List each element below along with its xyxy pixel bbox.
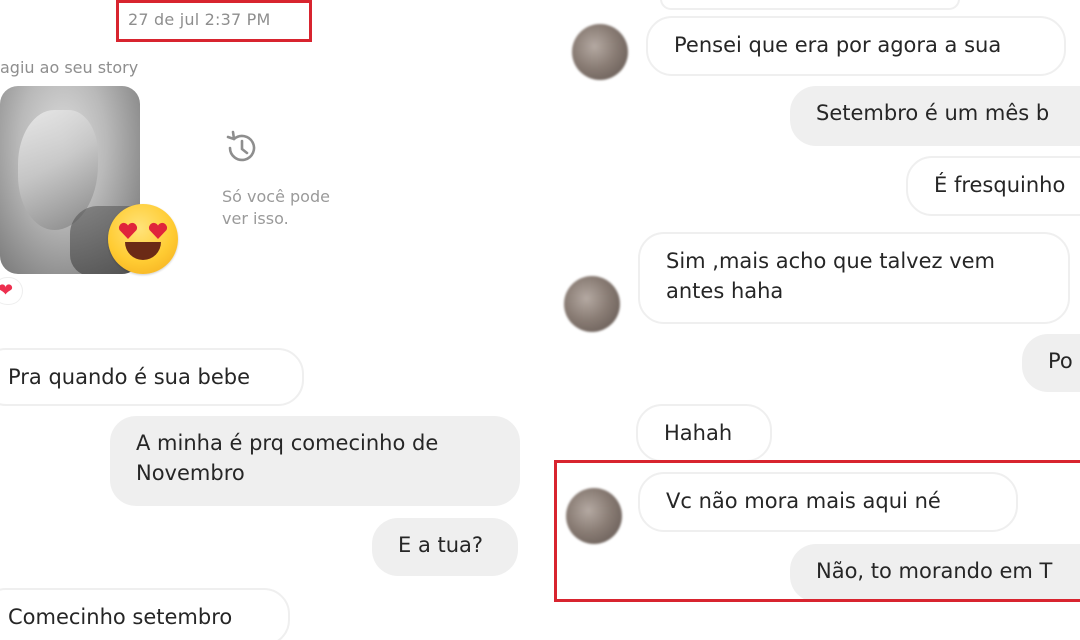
incoming-message[interactable] — [660, 0, 960, 10]
message-text: Comecinho setembro — [8, 605, 233, 629]
heart-reaction[interactable]: ❤ — [0, 278, 22, 304]
incoming-message[interactable]: Pra quando é sua bebe — [0, 348, 304, 406]
message-text: É fresquinho — [934, 173, 1066, 197]
sender-avatar[interactable] — [572, 24, 628, 80]
history-icon — [222, 128, 262, 168]
heart-eye-left-icon — [118, 222, 138, 240]
incoming-message[interactable]: Pensei que era por agora a sua — [646, 16, 1066, 76]
story-reaction-label: agiu ao seu story — [0, 58, 139, 77]
timestamp-highlight-box — [116, 0, 312, 42]
outgoing-message[interactable]: E a tua? — [372, 518, 518, 576]
outgoing-message[interactable]: Setembro é um mês b — [790, 86, 1080, 146]
message-text: E a tua? — [398, 533, 484, 557]
messages-highlight-box — [554, 460, 1080, 602]
message-text-line-2: Novembro — [136, 461, 245, 485]
incoming-message[interactable]: É fresquinho — [906, 156, 1080, 216]
outgoing-message[interactable]: A minha é prq comecinho de Novembro — [110, 416, 520, 506]
right-chat-panel: Pensei que era por agora a sua Setembro … — [540, 0, 1080, 640]
message-text: Pensei que era por agora a sua — [674, 33, 1002, 57]
private-note-line-1: Só você pode — [222, 187, 330, 206]
private-visibility-note: Só você pode ver isso. — [222, 186, 330, 230]
heart-eye-right-icon — [148, 222, 168, 240]
message-text: Po — [1048, 349, 1073, 373]
incoming-message[interactable]: Comecinho setembro — [0, 588, 290, 640]
message-text-line-1: Sim ,mais acho que talvez vem — [666, 249, 996, 273]
incoming-message[interactable]: Sim ,mais acho que talvez vem antes haha — [638, 232, 1070, 324]
emoji-mouth — [125, 242, 161, 260]
heart-icon: ❤ — [0, 280, 14, 301]
sender-avatar[interactable] — [564, 276, 620, 332]
message-text-line-2: antes haha — [666, 279, 784, 303]
heart-eyes-emoji — [108, 204, 178, 274]
left-chat-panel: 27 de jul 2:37 PM agiu ao seu story Só v… — [0, 0, 540, 640]
message-text: Setembro é um mês b — [816, 101, 1050, 125]
incoming-message[interactable]: Hahah — [636, 404, 772, 462]
private-note-line-2: ver isso. — [222, 209, 289, 228]
outgoing-message[interactable]: Po — [1022, 334, 1080, 392]
message-text: Pra quando é sua bebe — [8, 365, 251, 389]
message-text: Hahah — [664, 421, 733, 445]
message-text-line-1: A minha é prq comecinho de — [136, 431, 439, 455]
